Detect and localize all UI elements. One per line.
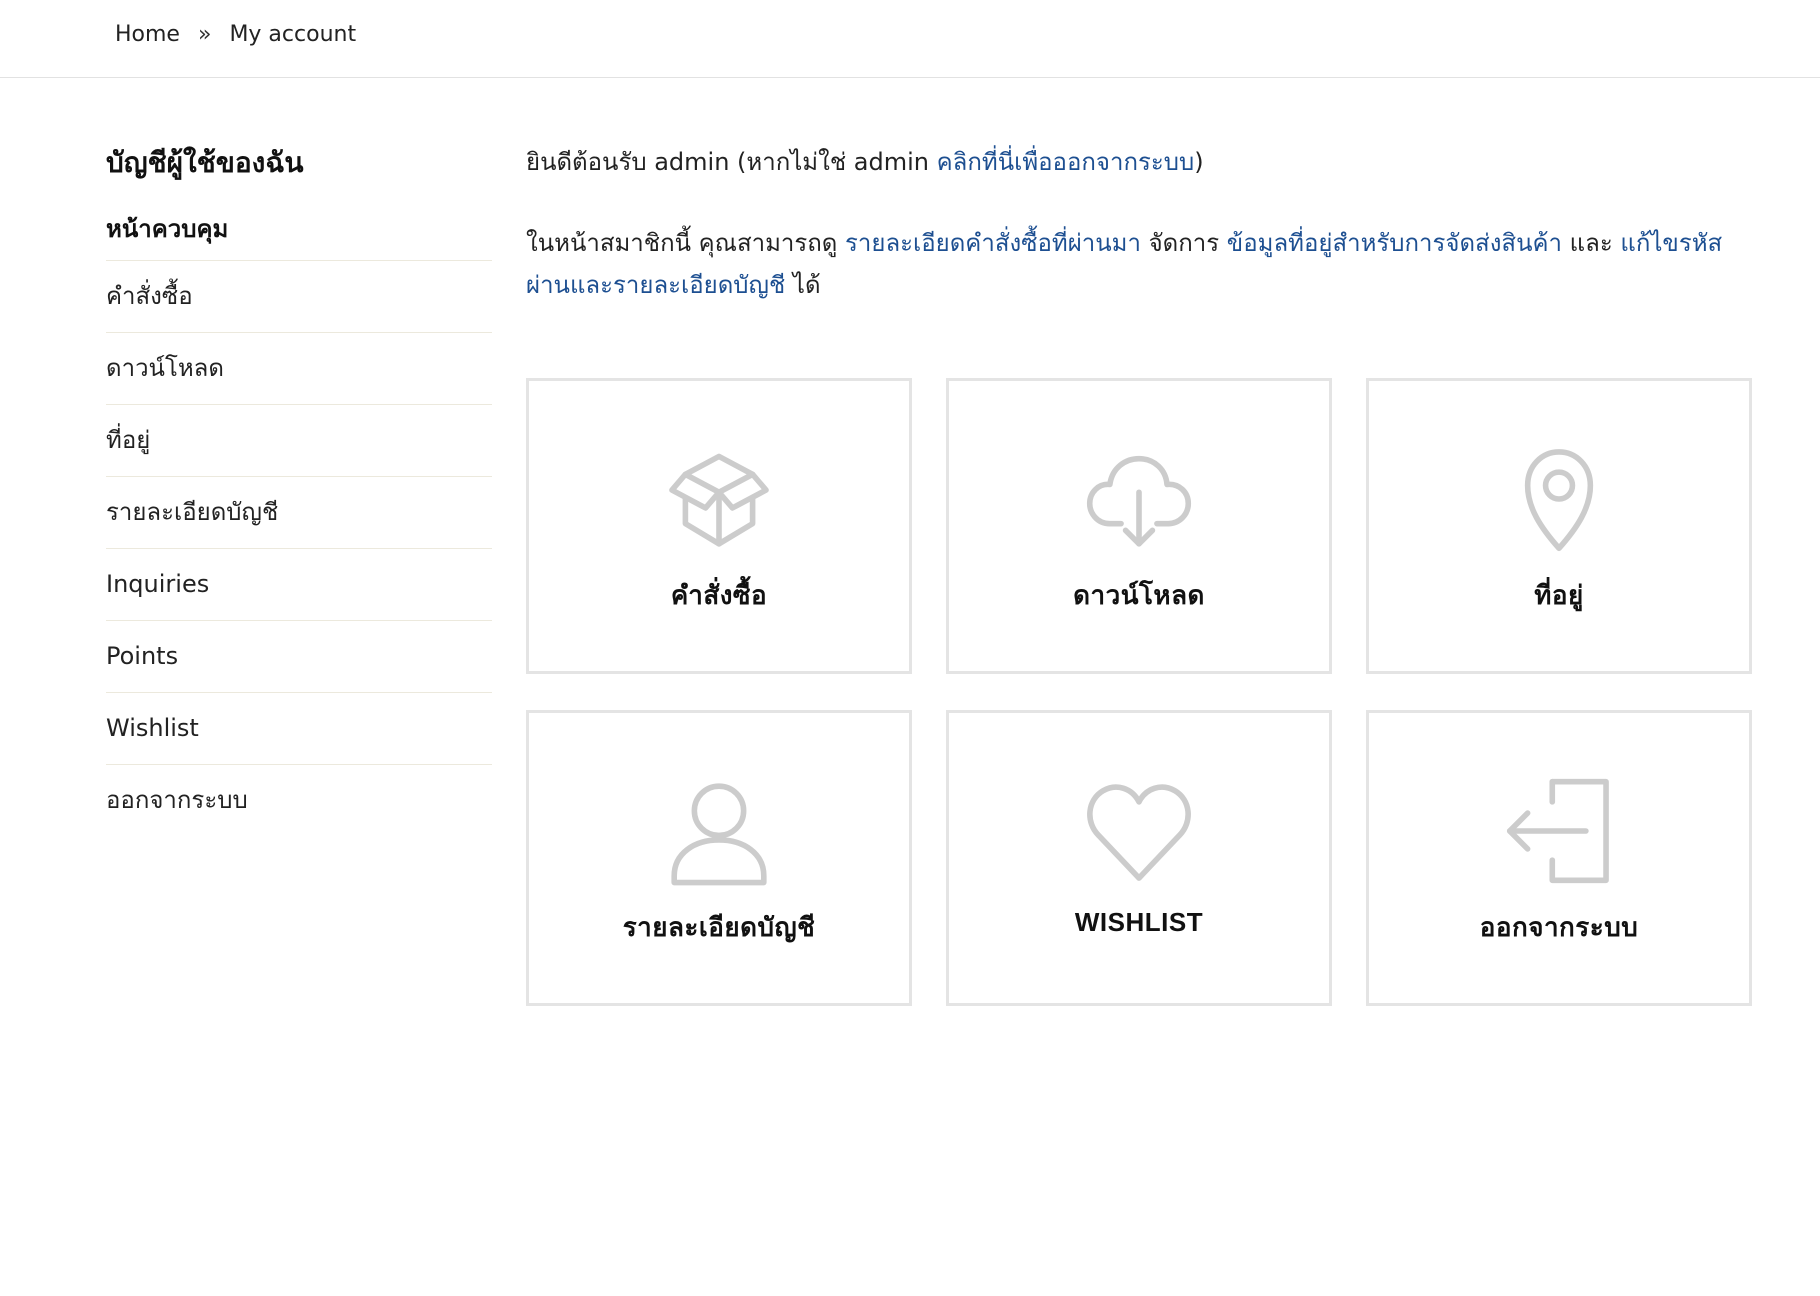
- breadcrumb-separator: »: [197, 22, 212, 47]
- sidebar-item-orders[interactable]: คำสั่งซื้อ: [106, 261, 492, 333]
- address-link[interactable]: ข้อมูลที่อยู่สำหรับการจัดส่งสินค้า: [1227, 229, 1562, 257]
- logout-link[interactable]: คลิกที่นี่เพื่อออกจากระบบ: [937, 148, 1195, 176]
- account-sidebar: บัญชีผู้ใช้ของฉัน หน้าควบคุม คำสั่งซื้อ …: [106, 140, 492, 836]
- tile-orders[interactable]: คำสั่งซื้อ: [526, 378, 912, 674]
- box-icon: [663, 443, 775, 555]
- heart-icon: [1083, 775, 1195, 887]
- tile-orders-label: คำสั่งซื้อ: [670, 580, 768, 610]
- welcome-suffix: ): [1194, 148, 1204, 176]
- dashboard-tiles: คำสั่งซื้อ ดาวน์โหลด ที่อยู่ รายละเอียดบ…: [526, 378, 1752, 1006]
- welcome-prefix: ยินดีต้อนรับ admin (หากไม่ใช่ admin: [526, 148, 937, 176]
- account-nav: หน้าควบคุม คำสั่งซื้อ ดาวน์โหลด ที่อยู่ …: [106, 204, 492, 836]
- cloud-download-icon: [1083, 443, 1195, 555]
- breadcrumb: Home » My account: [115, 22, 356, 47]
- intro-message: ในหน้าสมาชิกนี้ คุณสามารถดู รายละเอียดคำ…: [526, 222, 1752, 306]
- tile-addresses[interactable]: ที่อยู่: [1366, 378, 1752, 674]
- tile-logout-label: ออกจากระบบ: [1479, 912, 1639, 942]
- sidebar-item-dashboard[interactable]: หน้าควบคุม: [106, 204, 492, 261]
- sidebar-title: บัญชีผู้ใช้ของฉัน: [106, 146, 304, 179]
- orders-link[interactable]: รายละเอียดคำสั่งซื้อที่ผ่านมา: [845, 229, 1141, 257]
- account-content: ยินดีต้อนรับ admin (หากไม่ใช่ admin คลิก…: [526, 140, 1752, 1006]
- sidebar-item-points[interactable]: Points: [106, 621, 492, 693]
- tile-downloads-label: ดาวน์โหลด: [1073, 580, 1205, 610]
- sidebar-item-addresses[interactable]: ที่อยู่: [106, 405, 492, 477]
- tile-wishlist[interactable]: WISHLIST: [946, 710, 1332, 1006]
- map-pin-icon: [1503, 443, 1615, 555]
- sidebar-item-logout[interactable]: ออกจากระบบ: [106, 765, 492, 836]
- breadcrumb-current: My account: [229, 22, 357, 47]
- sidebar-item-inquiries[interactable]: Inquiries: [106, 549, 492, 621]
- breadcrumb-home-link[interactable]: Home: [115, 22, 180, 47]
- tile-logout[interactable]: ออกจากระบบ: [1366, 710, 1752, 1006]
- welcome-message: ยินดีต้อนรับ admin (หากไม่ใช่ admin คลิก…: [526, 140, 1752, 184]
- user-icon: [663, 775, 775, 887]
- tile-account-details-label: รายละเอียดบัญชี: [622, 912, 816, 942]
- tile-addresses-label: ที่อยู่: [1534, 580, 1584, 610]
- tile-downloads[interactable]: ดาวน์โหลด: [946, 378, 1332, 674]
- intro-text-2: จัดการ: [1140, 229, 1227, 257]
- intro-text-1: ในหน้าสมาชิกนี้ คุณสามารถดู: [526, 229, 846, 257]
- intro-text-3: และ: [1562, 229, 1621, 257]
- sidebar-item-downloads[interactable]: ดาวน์โหลด: [106, 333, 492, 405]
- sidebar-item-wishlist[interactable]: Wishlist: [106, 693, 492, 765]
- intro-text-4: ได้: [785, 271, 821, 299]
- sidebar-item-account-details[interactable]: รายละเอียดบัญชี: [106, 477, 492, 549]
- tile-wishlist-label: WISHLIST: [1074, 907, 1204, 937]
- logout-icon: [1503, 775, 1615, 887]
- tile-account-details[interactable]: รายละเอียดบัญชี: [526, 710, 912, 1006]
- breadcrumb-bar: Home » My account: [0, 0, 1820, 78]
